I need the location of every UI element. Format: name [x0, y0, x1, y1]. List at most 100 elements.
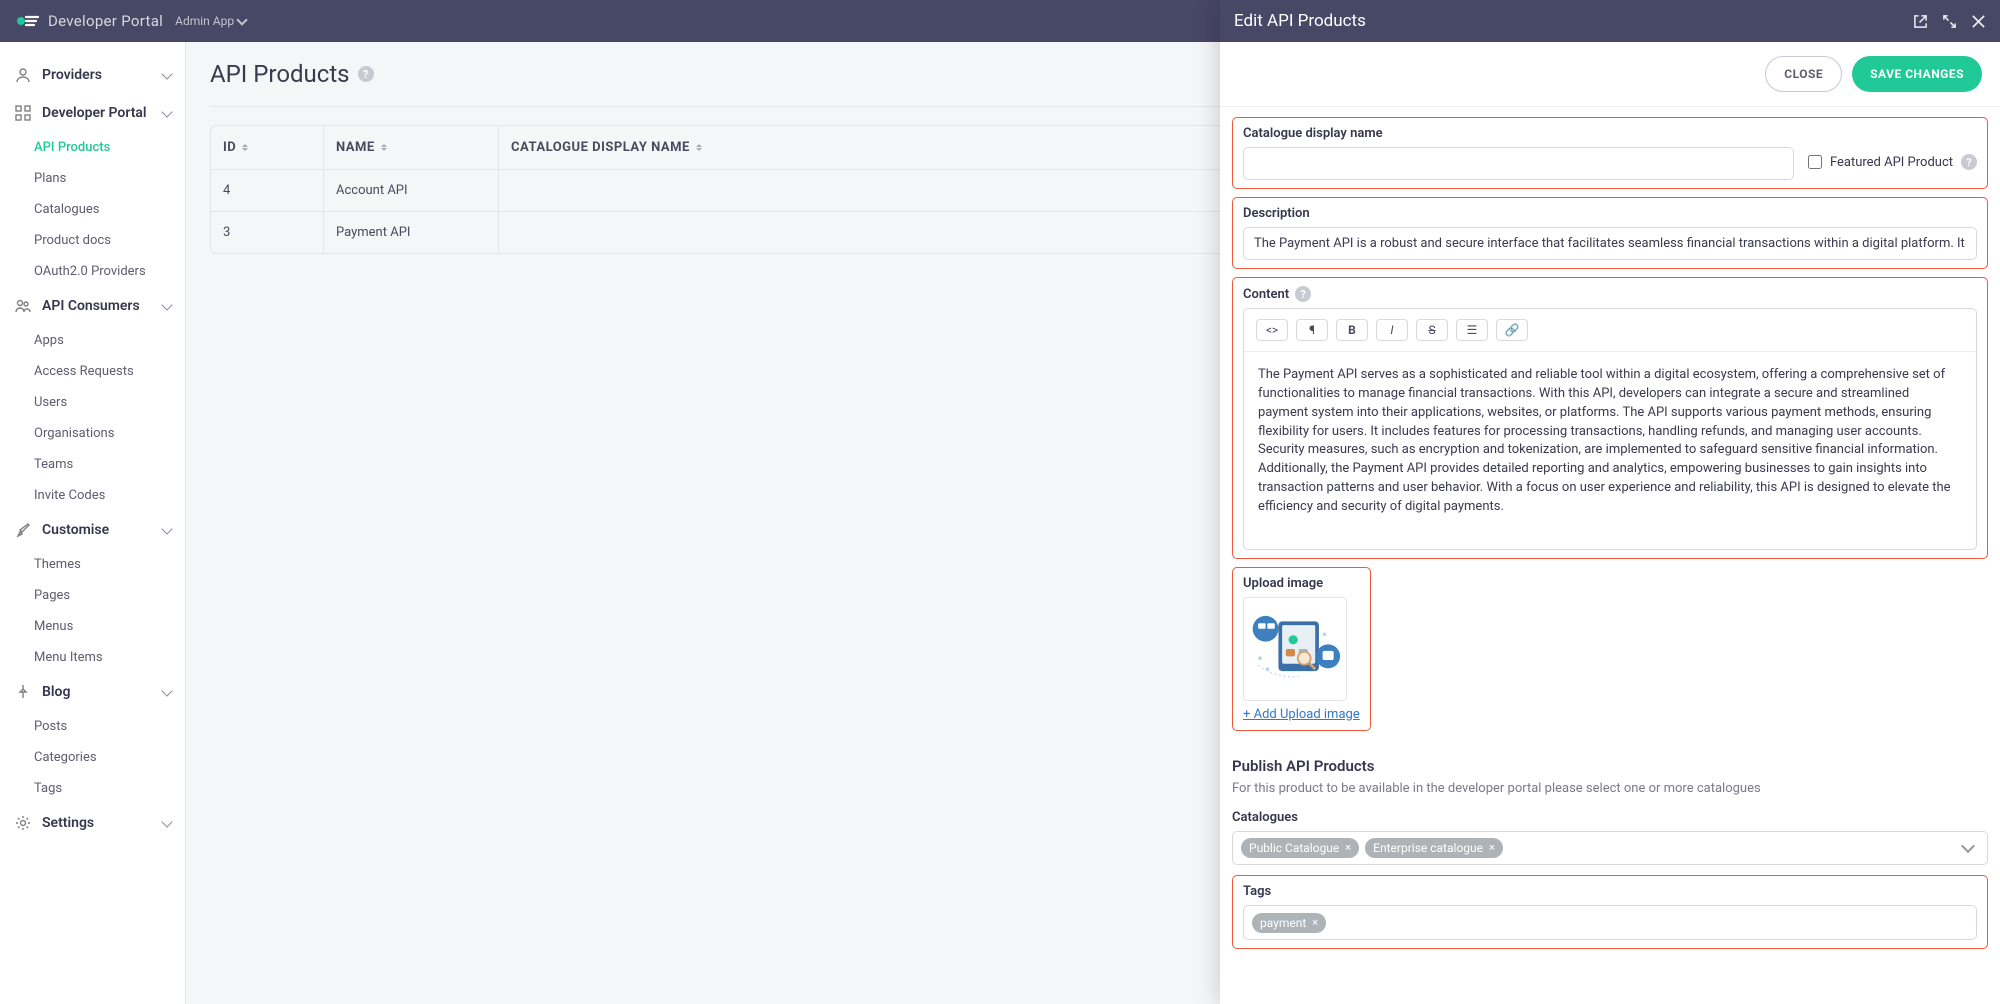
catalogue-chip[interactable]: Public Catalogue ×: [1241, 838, 1359, 858]
pin-icon: [14, 683, 32, 701]
sidebar-item-organisations[interactable]: Organisations: [0, 418, 185, 449]
catalogue-name-label: Catalogue display name: [1243, 126, 1794, 141]
remove-chip-icon[interactable]: ×: [1345, 841, 1351, 854]
chevron-down-icon: [1961, 839, 1975, 853]
nav-group-label: Providers: [42, 67, 102, 83]
logo-text: Developer Portal: [48, 12, 163, 30]
drawer-title: Edit API Products: [1234, 11, 1366, 31]
users-icon: [14, 297, 32, 315]
featured-label: Featured API Product: [1830, 155, 1953, 170]
close-icon[interactable]: [1971, 14, 1986, 29]
sort-icon: [696, 141, 702, 154]
catalogue-name-input[interactable]: [1243, 147, 1794, 180]
image-thumbnail[interactable]: [1243, 597, 1347, 701]
chevron-down-icon: [161, 523, 172, 534]
gear-icon: [14, 814, 32, 832]
catalogues-label: Catalogues: [1232, 810, 1988, 825]
description-input[interactable]: [1243, 227, 1977, 260]
description-label: Description: [1243, 206, 1977, 221]
cell-id: 3: [211, 212, 324, 253]
save-button[interactable]: SAVE CHANGES: [1852, 56, 1982, 92]
link-icon[interactable]: 🔗: [1496, 319, 1528, 341]
nav-group-label: Blog: [42, 684, 70, 700]
page-title-text: API Products: [210, 60, 350, 88]
chevron-down-icon: [236, 14, 247, 25]
nav-group-label: API Consumers: [42, 298, 140, 314]
add-upload-link[interactable]: + Add Upload image: [1243, 707, 1360, 722]
help-icon[interactable]: ?: [358, 66, 374, 82]
featured-checkbox[interactable]: Featured API Product ?: [1808, 148, 1977, 170]
bold-icon[interactable]: B: [1336, 319, 1368, 341]
sidebar-item-menus[interactable]: Menus: [0, 611, 185, 642]
sidebar-item-menu-items[interactable]: Menu Items: [0, 642, 185, 673]
publish-subtitle: For this product to be available in the …: [1232, 781, 1988, 796]
remove-chip-icon[interactable]: ×: [1312, 916, 1318, 929]
sidebar-item-catalogues[interactable]: Catalogues: [0, 194, 185, 225]
sidebar-item-posts[interactable]: Posts: [0, 711, 185, 742]
expand-icon[interactable]: [1942, 14, 1957, 29]
chevron-down-icon: [161, 106, 172, 117]
sidebar-item-pages[interactable]: Pages: [0, 580, 185, 611]
publish-title: Publish API Products: [1232, 757, 1988, 775]
sidebar-item-api-products[interactable]: API Products: [0, 132, 185, 163]
description-section: Description: [1232, 197, 1988, 269]
sidebar-item-product-docs[interactable]: Product docs: [0, 225, 185, 256]
content-textarea[interactable]: The Payment API serves as a sophisticate…: [1244, 352, 1976, 549]
sidebar-item-access-requests[interactable]: Access Requests: [0, 356, 185, 387]
nav-group-label: Settings: [42, 815, 94, 831]
sidebar-item-tags[interactable]: Tags: [0, 773, 185, 804]
sidebar-item-apps[interactable]: Apps: [0, 325, 185, 356]
featured-checkbox-input[interactable]: [1808, 155, 1822, 169]
admin-app-label[interactable]: Admin App: [175, 14, 234, 28]
sort-icon: [381, 141, 387, 154]
rich-text-editor: <> ¶ B I S ☰ 🔗 The Payment API serves as…: [1243, 308, 1977, 550]
upload-image-section: Upload image + Add Upload image: [1232, 567, 1371, 731]
sidebar-item-invite-codes[interactable]: Invite Codes: [0, 480, 185, 511]
help-icon[interactable]: ?: [1295, 286, 1311, 302]
content-label: Content?: [1243, 286, 1977, 302]
nav-group-label: Customise: [42, 522, 109, 538]
remove-chip-icon[interactable]: ×: [1489, 841, 1495, 854]
logo: Developer Portal: [16, 12, 163, 30]
tags-input[interactable]: payment ×: [1243, 905, 1977, 940]
cell-name: Payment API: [324, 212, 499, 253]
sidebar-item-plans[interactable]: Plans: [0, 163, 185, 194]
nav-group-customise[interactable]: Customise: [0, 511, 185, 549]
chevron-down-icon: [161, 685, 172, 696]
user-icon: [14, 66, 32, 84]
code-icon[interactable]: <>: [1256, 319, 1288, 341]
sidebar-item-users[interactable]: Users: [0, 387, 185, 418]
strike-icon[interactable]: S: [1416, 319, 1448, 341]
help-icon[interactable]: ?: [1961, 154, 1977, 170]
list-icon[interactable]: ☰: [1456, 319, 1488, 341]
col-id[interactable]: ID: [211, 126, 324, 169]
open-external-icon[interactable]: [1913, 14, 1928, 29]
tags-section: Tags payment ×: [1232, 875, 1988, 949]
close-button[interactable]: CLOSE: [1765, 56, 1842, 92]
sidebar-item-teams[interactable]: Teams: [0, 449, 185, 480]
chevron-down-icon: [161, 68, 172, 79]
cell-name: Account API: [324, 170, 499, 211]
tags-label: Tags: [1243, 884, 1977, 899]
nav-group-settings[interactable]: Settings: [0, 804, 185, 842]
catalogues-multiselect[interactable]: Public Catalogue × Enterprise catalogue ×: [1232, 831, 1988, 865]
sidebar-item-oauth2-0-providers[interactable]: OAuth2.0 Providers: [0, 256, 185, 287]
edit-drawer: Edit API Products CLOSE SAVE CHANGES Cat…: [1220, 0, 2000, 1004]
italic-icon[interactable]: I: [1376, 319, 1408, 341]
nav-group-providers[interactable]: Providers: [0, 56, 185, 94]
sidebar-item-categories[interactable]: Categories: [0, 742, 185, 773]
brush-icon: [14, 521, 32, 539]
sidebar-item-themes[interactable]: Themes: [0, 549, 185, 580]
nav-group-label: Developer Portal: [42, 105, 147, 121]
rte-toolbar: <> ¶ B I S ☰ 🔗: [1244, 309, 1976, 352]
paragraph-icon[interactable]: ¶: [1296, 319, 1328, 341]
nav-group-blog[interactable]: Blog: [0, 673, 185, 711]
chevron-down-icon: [161, 816, 172, 827]
catalogue-chip[interactable]: Enterprise catalogue ×: [1365, 838, 1503, 858]
col-name[interactable]: NAME: [324, 126, 499, 169]
tag-chip[interactable]: payment ×: [1252, 913, 1326, 933]
nav-group-api-consumers[interactable]: API Consumers: [0, 287, 185, 325]
catalogue-name-section: Catalogue display name Featured API Prod…: [1232, 117, 1988, 189]
cell-id: 4: [211, 170, 324, 211]
nav-group-developer-portal[interactable]: Developer Portal: [0, 94, 185, 132]
